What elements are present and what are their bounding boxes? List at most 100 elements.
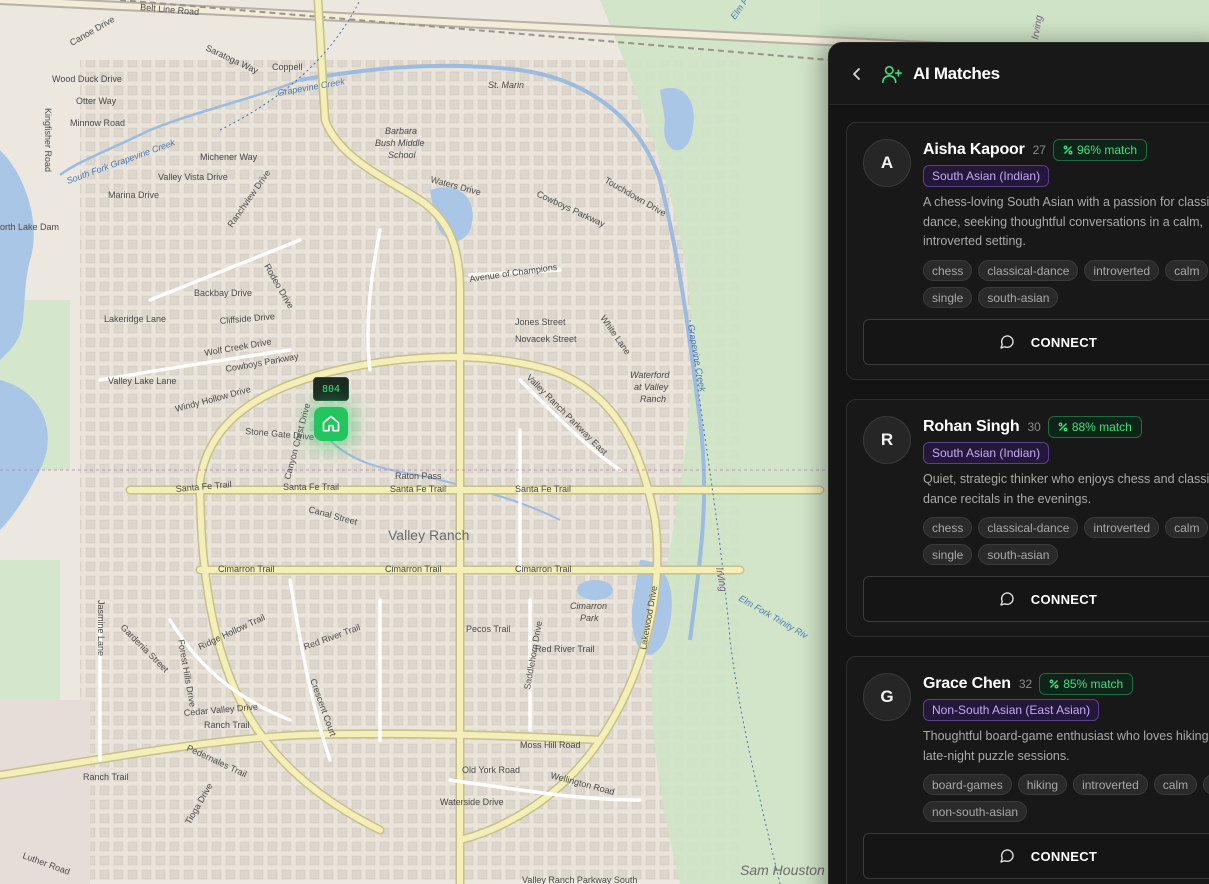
user-plus-icon (882, 65, 902, 83)
message-circle-icon (1000, 335, 1014, 349)
connect-button[interactable]: CONNECT (863, 576, 1209, 622)
ethnicity-badge: Non-South Asian (East Asian) (923, 699, 1100, 721)
map-label-valley-vista: Valley Vista Drive (158, 172, 228, 182)
map-marker-home[interactable] (314, 407, 348, 441)
map-label-ranch-trail-1: Ranch Trail (204, 720, 250, 730)
map-label-cimarron-1: Cimarron Trail (218, 564, 275, 574)
match-name: Aisha Kapoor (923, 141, 1025, 158)
map-label-raton: Raton Pass (395, 471, 442, 481)
tag-list: chess classical-dance introverted calm s… (923, 260, 1209, 308)
match-name-row: Aisha Kapoor 27 96% match (923, 139, 1148, 161)
connect-button[interactable]: CONNECT (863, 319, 1209, 365)
match-description: Quiet, strategic thinker who enjoys ches… (923, 472, 1209, 506)
connect-label: CONNECT (1030, 848, 1098, 864)
tag: calm (1165, 517, 1209, 538)
tag: introverted (1073, 774, 1148, 795)
percent-icon (1058, 422, 1068, 432)
map-label-school3: School (388, 150, 417, 160)
tag: calm (1165, 260, 1209, 281)
match-card: R Rohan Singh 30 88% match South Asian (… (846, 399, 1209, 637)
match-age: 30 (1027, 420, 1041, 434)
map-label-red-river-2: Red River Trail (535, 644, 595, 654)
tag: single (923, 544, 973, 565)
chevron-left-icon (853, 67, 860, 80)
map-label-otter: Otter Way (76, 96, 117, 106)
avatar: A (863, 139, 911, 187)
match-name-row: Rohan Singh 30 88% match (923, 416, 1142, 438)
map-label-ranch: Ranch (640, 394, 666, 404)
map-label-cimarron-2: Cimarron Trail (385, 564, 442, 574)
back-button[interactable] (849, 66, 865, 82)
connect-button[interactable]: CONNECT (863, 833, 1209, 879)
match-card: A Aisha Kapoor 27 96% match South Asian … (846, 122, 1209, 380)
tag: single (1203, 774, 1209, 795)
map-label-backbay: Backbay Drive (194, 288, 252, 298)
percent-icon (1049, 679, 1059, 689)
tag: chess (923, 260, 973, 281)
ethnicity-badge: South Asian (Indian) (923, 442, 1050, 464)
map-label-minnow: Minnow Road (70, 118, 125, 128)
map-label-waterside: Waterside Drive (440, 797, 504, 807)
match-card: G Grace Chen 32 85% match Non-South Asia… (846, 656, 1209, 884)
map-label-cimarron-park: Cimarron (570, 601, 607, 611)
map-label-marina: Marina Drive (108, 190, 159, 200)
map-label-coppell: Coppell (272, 62, 303, 72)
match-age: 32 (1018, 677, 1033, 691)
avatar: G (863, 673, 911, 721)
match-name-row: Grace Chen 32 85% match (923, 673, 1134, 695)
map-label-jones: Jones Street (515, 317, 566, 327)
map-label-santa-fe-4: Santa Fe Trail (515, 484, 571, 494)
map-label-north-lake: orth Lake Dam (0, 222, 59, 232)
map-label-cimarron-3: Cimarron Trail (515, 564, 572, 574)
map-label-ranch-trail-2: Ranch Trail (83, 772, 129, 782)
tag: introverted (1084, 517, 1160, 538)
panel-title: AI Matches (913, 63, 1000, 83)
map-label-sam-houston: Sam Houston (740, 862, 825, 878)
map-label-vr-parkway-south: Valley Ranch Parkway South (522, 875, 637, 884)
message-circle-icon (1000, 592, 1014, 606)
map-label-school2: Bush Middle (375, 138, 425, 148)
tag: south-asian (978, 544, 1059, 565)
map-label-valley-ranch: Valley Ranch (388, 527, 469, 543)
map-label-wood-duck: Wood Duck Drive (52, 74, 122, 84)
map-label-kingfisher: Kingfisher Road (43, 108, 53, 172)
match-score: 96% match (1076, 143, 1138, 157)
tag: single (923, 287, 973, 308)
tag: chess (923, 517, 973, 538)
percent-icon (1063, 145, 1073, 155)
map-label-novacek: Novacek Street (515, 334, 577, 344)
match-age: 27 (1032, 143, 1046, 157)
match-score: 88% match (1071, 420, 1132, 434)
tag-list: chess classical-dance introverted calm s… (923, 517, 1209, 565)
tag: introverted (1084, 260, 1160, 281)
match-score-badge: 96% match (1052, 139, 1148, 161)
match-score: 85% match (1063, 677, 1124, 691)
tag: calm (1153, 774, 1198, 795)
map-label-waterford: Waterford (630, 370, 670, 380)
map-label-jasmine: Jasmine Lane (96, 600, 106, 656)
connect-label: CONNECT (1030, 591, 1098, 607)
home-icon (322, 415, 340, 432)
map-label-santa-fe-2: Santa Fe Trail (283, 482, 339, 492)
map-label-michener: Michener Way (200, 152, 258, 162)
map-label-cimarron-park2: Park (580, 613, 599, 623)
map-marker-count-badge[interactable]: 804 (313, 377, 349, 401)
match-score-badge: 85% match (1039, 673, 1134, 695)
match-name: Rohan Singh (923, 418, 1020, 435)
map-label-lakeridge: Lakeridge Lane (104, 314, 166, 324)
panel-header: AI Matches (829, 43, 1209, 105)
message-circle-icon (1000, 849, 1014, 863)
map-label-old-york: Old York Road (462, 765, 520, 775)
tag-list: board-games hiking introverted calm sing… (923, 774, 1209, 822)
tag: south-asian (978, 287, 1059, 308)
tag: classical-dance (978, 517, 1079, 538)
map-label-valley-lake: Valley Lake Lane (108, 376, 176, 386)
map-label-santa-fe-3: Santa Fe Trail (390, 484, 446, 494)
map-label-pecos: Pecos Trail (466, 624, 511, 634)
ai-matches-panel: AI Matches A Aisha Kapoor 27 96% match S… (828, 42, 1209, 884)
tag: hiking (1017, 774, 1068, 795)
tag: board-games (923, 774, 1012, 795)
match-description: Thoughtful board-game enthusiast who lov… (923, 729, 1209, 763)
tag: non-south-asian (923, 801, 1028, 822)
match-score-badge: 88% match (1047, 416, 1142, 438)
